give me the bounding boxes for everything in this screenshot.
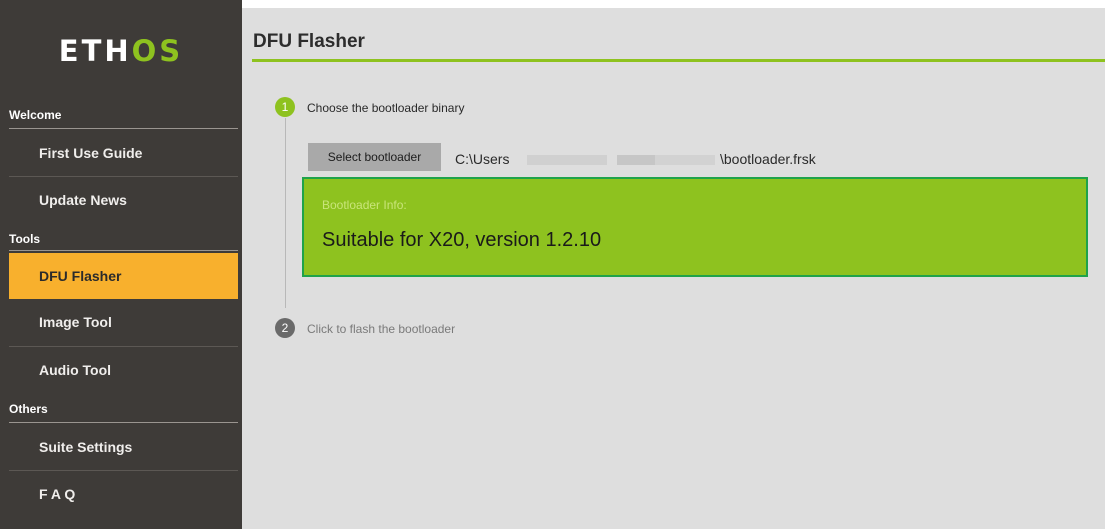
sidebar-item-faq[interactable]: F A Q [9, 471, 238, 517]
bootloader-info-inner: Bootloader Info: Suitable for X20, versi… [307, 182, 1083, 272]
sidebar-item-suite-settings[interactable]: Suite Settings [9, 424, 238, 470]
sidebar: ETHOS Welcome First Use Guide Update New… [0, 0, 242, 529]
path-prefix: C:\Users [455, 151, 510, 167]
sidebar-item-audio-tool[interactable]: Audio Tool [9, 347, 238, 393]
ethos-logo: ETHOS [0, 34, 242, 68]
redacted-path-segment [617, 155, 657, 165]
main-panel: DFU Flasher 1 Choose the bootloader bina… [242, 8, 1105, 529]
step-1-badge: 1 [275, 97, 295, 117]
section-others: Others [9, 402, 48, 416]
page-title: DFU Flasher [253, 31, 365, 52]
title-underline [252, 59, 1105, 62]
step-2-flash-link[interactable]: Click to flash the bootloader [307, 322, 455, 336]
section-welcome: Welcome [9, 108, 62, 122]
sidebar-item-update-news[interactable]: Update News [9, 177, 238, 223]
sidebar-item-first-use-guide[interactable]: First Use Guide [9, 130, 238, 176]
step-connector [285, 118, 286, 308]
bootloader-info-value: Suitable for X20, version 1.2.10 [322, 229, 602, 251]
select-bootloader-button[interactable]: Select bootloader [308, 143, 441, 171]
logo-prefix: ETH [58, 34, 132, 68]
sidebar-item-image-tool[interactable]: Image Tool [9, 299, 238, 345]
section-divider [9, 422, 238, 423]
section-divider [9, 128, 238, 129]
section-divider [9, 250, 238, 251]
bootloader-info-box: Bootloader Info: Suitable for X20, versi… [302, 177, 1088, 277]
section-tools: Tools [9, 232, 41, 246]
bootloader-info-label: Bootloader Info: [322, 198, 407, 212]
path-suffix: \bootloader.frsk [720, 151, 816, 167]
step-2-badge: 2 [275, 318, 295, 338]
sidebar-item-dfu-flasher[interactable]: DFU Flasher [9, 253, 238, 299]
redacted-path-segment [527, 155, 607, 165]
logo-accent: OS [131, 34, 184, 68]
redacted-path-segment [655, 155, 715, 165]
step-1-label: Choose the bootloader binary [307, 101, 465, 115]
